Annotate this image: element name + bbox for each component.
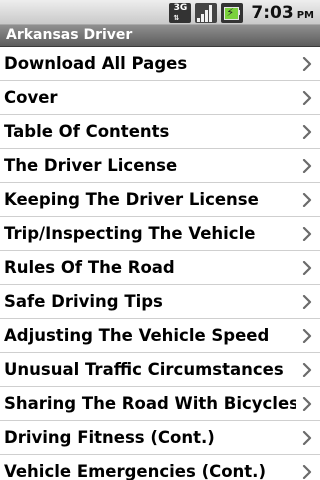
chevron-right-icon — [296, 319, 318, 353]
list-item-label: Adjusting The Vehicle Speed — [4, 326, 270, 345]
list-item-label: Cover — [4, 88, 58, 107]
list-item[interactable]: The Driver License — [0, 149, 320, 183]
clock-ampm: PM — [296, 9, 314, 21]
list-item[interactable]: Download All Pages — [0, 47, 320, 81]
list-item-label: The Driver License — [4, 156, 178, 175]
3g-icon: 3G ⇅ — [169, 2, 192, 23]
list-item-label: Trip/Inspecting The Vehicle — [4, 224, 256, 243]
list-item[interactable]: Driving Fitness (Cont.) — [0, 421, 320, 455]
list-item-label: Unusual Traffic Circumstances — [4, 360, 284, 379]
list-item[interactable]: Unusual Traffic Circumstances — [0, 353, 320, 387]
list-item[interactable]: Table Of Contents — [0, 115, 320, 149]
chevron-right-icon — [296, 183, 318, 217]
chapter-list[interactable]: Download All Pages Cover Table Of Contents… — [0, 47, 320, 480]
battery-icon: ⚡ — [221, 2, 244, 23]
chevron-right-icon — [296, 217, 318, 251]
list-item-label: Driving Fitness (Cont.) — [4, 428, 215, 447]
list-item-label: Keeping The Driver License — [4, 190, 259, 209]
list-item-label: Download All Pages — [4, 54, 188, 73]
status-icons: 3G ⇅ ⚡ 7:03 PM — [169, 0, 314, 25]
app-title: Arkansas Driver — [6, 27, 133, 43]
list-item-label: Rules Of The Road — [4, 258, 175, 277]
chevron-right-icon — [296, 387, 318, 421]
chevron-right-icon — [296, 149, 318, 183]
list-item[interactable]: Vehicle Emergencies (Cont.) — [0, 455, 320, 480]
chevron-right-icon — [296, 115, 318, 149]
chevron-right-icon — [296, 455, 318, 480]
list-item[interactable]: Rules Of The Road — [0, 251, 320, 285]
list-item[interactable]: Trip/Inspecting The Vehicle — [0, 217, 320, 251]
list-item[interactable]: Cover — [0, 81, 320, 115]
chevron-right-icon — [296, 251, 318, 285]
network-label: 3G — [173, 2, 188, 13]
list-item[interactable]: Adjusting The Vehicle Speed — [0, 319, 320, 353]
signal-icon — [195, 2, 218, 23]
app-title-bar: Arkansas Driver — [0, 25, 320, 47]
status-clock: 7:03 PM — [251, 3, 314, 23]
list-item-label: Safe Driving Tips — [4, 292, 163, 311]
list-item-label: Table Of Contents — [4, 122, 170, 141]
chevron-right-icon — [296, 285, 318, 319]
status-bar: 3G ⇅ ⚡ 7:03 PM — [0, 0, 320, 25]
list-item-label: Sharing The Road With Bicycles — [4, 394, 296, 413]
list-item[interactable]: Safe Driving Tips — [0, 285, 320, 319]
list-item[interactable]: Sharing The Road With Bicycles — [0, 387, 320, 421]
chevron-right-icon — [296, 421, 318, 455]
list-item-label: Vehicle Emergencies (Cont.) — [4, 462, 266, 480]
clock-time: 7:03 — [251, 2, 294, 23]
chevron-right-icon — [296, 81, 318, 115]
list-item[interactable]: Keeping The Driver License — [0, 183, 320, 217]
chevron-right-icon — [296, 353, 318, 387]
chevron-right-icon — [296, 47, 318, 81]
